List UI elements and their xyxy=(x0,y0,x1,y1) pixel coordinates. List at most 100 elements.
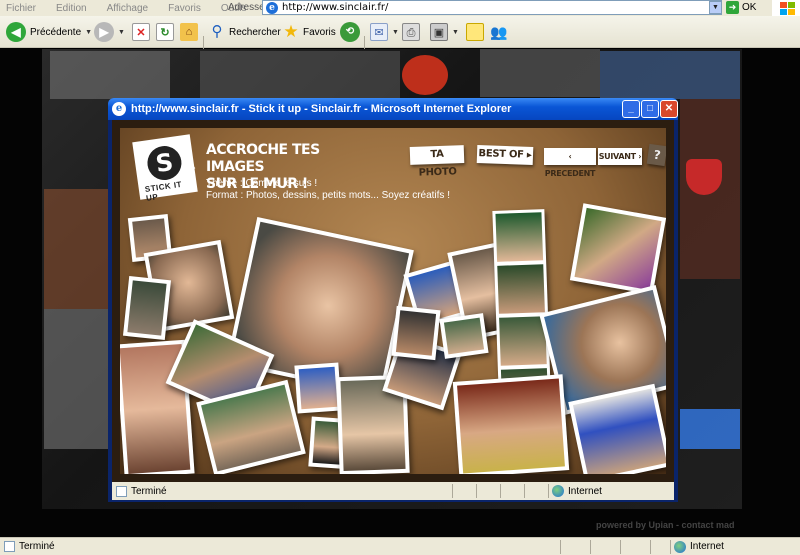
status-text: Terminé xyxy=(19,541,55,552)
wall-photo[interactable] xyxy=(452,374,570,474)
go-label: OK xyxy=(742,2,757,13)
forward-dropdown-icon[interactable]: ▼ xyxy=(118,29,125,36)
popup-status-bar: Terminé Internet xyxy=(112,482,674,500)
print-icon: ⎙ xyxy=(402,23,420,41)
history-button[interactable]: ⟲ xyxy=(340,20,360,44)
stop-button[interactable]: ✕ xyxy=(132,20,150,44)
menu-file[interactable]: Fichier xyxy=(0,3,36,14)
background-photo xyxy=(600,51,740,99)
background-photo xyxy=(44,309,108,449)
maximize-button[interactable]: □ xyxy=(641,100,659,118)
favorites-star-icon: ★ xyxy=(283,22,299,41)
wall-photo[interactable] xyxy=(294,362,342,414)
address-dropdown-button[interactable]: ▼ xyxy=(709,1,722,14)
toolbar-separator xyxy=(203,36,204,50)
discuss-button[interactable] xyxy=(466,20,484,44)
favorites-label: Favoris xyxy=(303,26,336,38)
edit-icon: ▣ xyxy=(430,23,448,41)
status-divider xyxy=(548,484,549,498)
standard-toolbar: ◀ Précédente ▼ ▶ ▼ ✕ ↻ ⌂ ⚲ Rechercher ★ … xyxy=(0,16,800,50)
mail-dropdown-icon[interactable]: ▼ xyxy=(392,29,399,36)
ie-window-icon: e xyxy=(112,102,126,116)
zone-label: Internet xyxy=(690,541,724,552)
print-button[interactable]: ⎙ xyxy=(402,20,420,44)
background-photo xyxy=(50,51,170,99)
page-done-icon xyxy=(4,541,15,552)
suivant-button[interactable]: SUIVANT › xyxy=(598,148,642,165)
address-label: Adresse xyxy=(228,2,265,13)
back-button[interactable]: ◀ Précédente ▼ xyxy=(6,20,92,44)
menu-edit[interactable]: Edition xyxy=(50,3,87,14)
go-button[interactable]: ➜ OK xyxy=(726,0,766,15)
popup-security-zone[interactable]: Internet xyxy=(552,485,602,497)
refresh-button[interactable]: ↻ xyxy=(156,20,174,44)
address-field[interactable]: e http://www.sinclair.fr/ xyxy=(262,0,722,15)
popup-zone-label: Internet xyxy=(568,485,602,497)
background-photo xyxy=(480,49,600,97)
home-icon: ⌂ xyxy=(180,23,198,41)
precedent-button[interactable]: ‹ PRECEDENT xyxy=(544,148,596,178)
background-photo xyxy=(44,189,108,309)
mail-icon: ✉ xyxy=(370,23,388,41)
back-arrow-icon: ◀ xyxy=(6,22,26,42)
stop-icon: ✕ xyxy=(132,23,150,41)
security-zone[interactable]: Internet xyxy=(674,540,724,553)
toolbar-separator xyxy=(364,36,365,50)
edit-button[interactable]: ▣ ▼ xyxy=(430,20,459,44)
close-button[interactable]: ✕ xyxy=(660,100,678,118)
background-photo xyxy=(402,55,448,95)
ta-photo-button[interactable]: TA PHOTO xyxy=(409,145,465,179)
menu-view[interactable]: Affichage xyxy=(101,3,149,14)
status-divider xyxy=(500,484,501,498)
forward-button[interactable]: ▶ ▼ xyxy=(94,20,125,44)
format-text: Format : Photos, dessins, petits mots...… xyxy=(206,190,450,201)
internet-globe-icon xyxy=(674,540,686,553)
background-photo xyxy=(200,51,400,99)
theme-text: Thème : Comme je suis ! xyxy=(206,178,318,189)
status-divider xyxy=(524,484,525,498)
messenger-button[interactable]: 👥 xyxy=(490,20,508,44)
best-of-button[interactable]: BEST OF ▸ xyxy=(476,145,534,165)
page-done-icon xyxy=(116,485,127,497)
stick-it-up-logo[interactable]: S STICK IT UP xyxy=(132,134,198,203)
status-divider xyxy=(670,540,671,554)
home-button[interactable]: ⌂ xyxy=(180,20,198,44)
status-bar: Terminé Internet xyxy=(0,537,800,555)
status-divider xyxy=(620,540,621,554)
stick-it-up-wall: S STICK IT UP ACCROCHE TES IMAGES SUR LE… xyxy=(120,128,666,474)
background-photo xyxy=(680,409,740,449)
forward-arrow-icon: ▶ xyxy=(94,22,114,42)
popup-status-text: Terminé xyxy=(131,485,167,497)
popup-window: e http://www.sinclair.fr - Stick it up -… xyxy=(108,98,678,502)
wall-photo[interactable] xyxy=(439,313,489,359)
wall-photo[interactable] xyxy=(391,305,441,361)
status-divider xyxy=(452,484,453,498)
menu-favorites[interactable]: Favoris xyxy=(162,3,201,14)
mail-button[interactable]: ✉ ▼ xyxy=(370,20,399,44)
help-button[interactable]: ? xyxy=(646,143,666,167)
logo-text: STICK IT UP xyxy=(144,179,183,203)
popup-title: http://www.sinclair.fr - Stick it up - S… xyxy=(131,103,512,115)
address-url[interactable]: http://www.sinclair.fr/ xyxy=(282,2,388,13)
history-icon: ⟲ xyxy=(340,22,360,42)
windows-logo-icon xyxy=(772,0,800,16)
popup-content: S STICK IT UP ACCROCHE TES IMAGES SUR LE… xyxy=(112,120,674,482)
search-button[interactable]: ⚲ Rechercher xyxy=(208,20,281,44)
popup-title-bar[interactable]: e http://www.sinclair.fr - Stick it up -… xyxy=(108,98,678,120)
internet-globe-icon xyxy=(552,485,564,497)
go-arrow-icon: ➜ xyxy=(726,1,739,14)
status-divider xyxy=(590,540,591,554)
back-dropdown-icon[interactable]: ▼ xyxy=(85,29,92,36)
status-divider xyxy=(476,484,477,498)
refresh-icon: ↻ xyxy=(156,23,174,41)
search-icon: ⚲ xyxy=(211,23,223,40)
edit-dropdown-icon[interactable]: ▼ xyxy=(452,29,459,36)
wall-photo[interactable] xyxy=(569,203,666,295)
wall-photo[interactable] xyxy=(122,275,172,341)
favorites-button[interactable]: ★ Favoris xyxy=(282,20,336,44)
logo-letter: S xyxy=(145,143,184,183)
minimize-button[interactable]: _ xyxy=(622,100,640,118)
powered-by-text[interactable]: powered by Upian - contact mad xyxy=(596,520,735,530)
messenger-icon: 👥 xyxy=(490,24,508,40)
status-divider xyxy=(650,540,651,554)
